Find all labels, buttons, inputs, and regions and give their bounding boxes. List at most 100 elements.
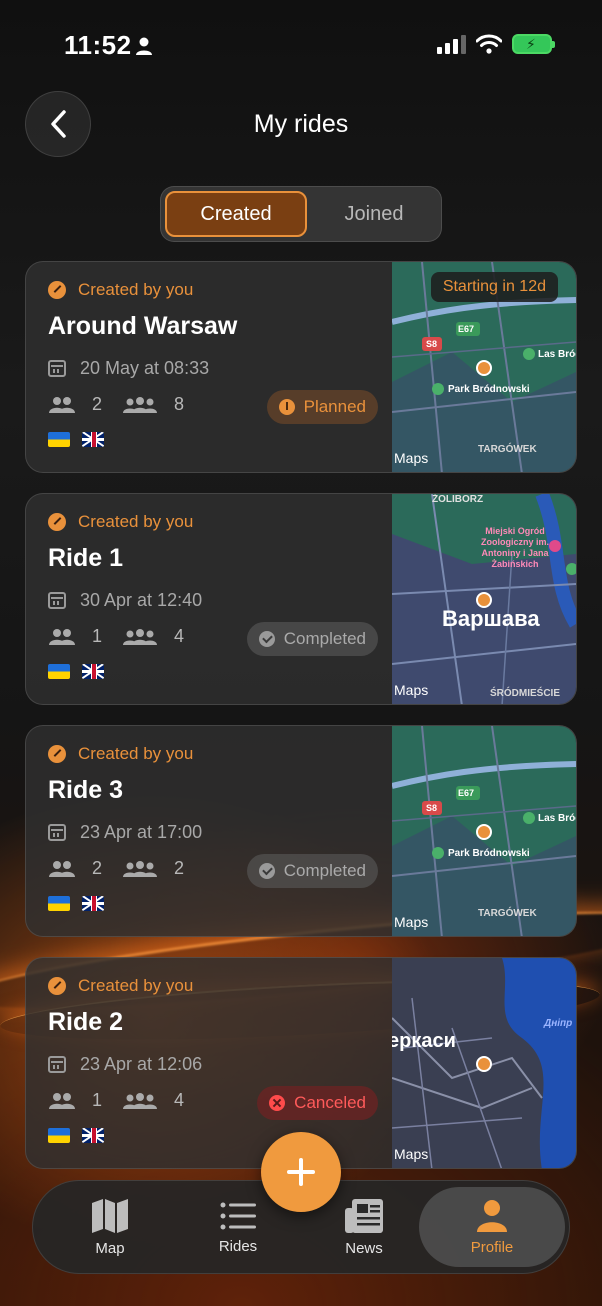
status-badge: Planned [266, 390, 378, 424]
maps-attribution: Maps [394, 914, 429, 930]
map-pin-icon [476, 592, 492, 608]
ride-card[interactable]: Created by you Ride 1 30 Apr at 12:40 1 … [25, 493, 577, 705]
maps-attribution: Maps [394, 450, 429, 466]
status-time: 11:52 [64, 30, 132, 60]
ride-date-text: 30 Apr at 12:40 [80, 590, 203, 610]
ukraine-flag-icon [48, 664, 70, 679]
ride-date-text: 23 Apr at 12:06 [80, 1054, 203, 1074]
create-ride-button[interactable] [261, 1132, 341, 1212]
clock-icon [278, 399, 295, 415]
map-icon [92, 1198, 128, 1233]
map-label: E67 [458, 324, 475, 334]
map-label: Park Bródnowski [448, 384, 530, 395]
uk-flag-icon [82, 896, 104, 911]
map-label: Miejski Ogród Zoologiczny im. Antoniny i… [480, 526, 549, 569]
ride-title: Ride 3 [48, 776, 124, 804]
uk-flag-icon [82, 432, 104, 447]
two-people-icon [49, 860, 75, 877]
map-label: Park Bródnowski [448, 848, 530, 859]
calendar-icon [48, 824, 66, 841]
map-label: Варшава [442, 606, 540, 631]
created-by-you-tag: Created by you [48, 512, 193, 532]
group-icon [123, 1092, 158, 1109]
status-badge: Completed [246, 622, 378, 656]
tab-label: Rides [218, 1237, 258, 1255]
person-icon [136, 37, 152, 55]
map-label: Дніпр [544, 1018, 573, 1029]
list-icon [220, 1202, 256, 1229]
uk-flag-icon [82, 664, 104, 679]
tab-label: Map [95, 1239, 125, 1257]
created-label: Created by you [78, 512, 194, 531]
x-circle-icon [269, 1095, 286, 1111]
ride-date-text: 23 Apr at 17:00 [80, 822, 203, 842]
ride-date: 23 Apr at 12:06 [48, 1054, 202, 1075]
created-label: Created by you [78, 744, 194, 763]
starting-in-chip: Starting in 12d [430, 272, 558, 302]
page-title: My rides [253, 110, 349, 138]
tab-profile[interactable]: Profile [419, 1187, 565, 1267]
status-badge: Canceled [257, 1086, 378, 1120]
newspaper-icon [345, 1198, 383, 1233]
status-bar: 11:52 ⚡ [0, 28, 602, 64]
language-flags [48, 432, 104, 447]
created-by-you-tag: Created by you [48, 976, 193, 996]
person-icon [477, 1199, 507, 1232]
tab-created[interactable]: Created [165, 191, 307, 237]
two-people-icon [49, 628, 75, 645]
ride-counts: 2 8 [48, 394, 204, 415]
status-text: Completed [283, 861, 366, 880]
rides-segmented-control: Created Joined [160, 186, 442, 242]
calendar-icon [48, 1056, 66, 1073]
ride-title: Ride 2 [48, 1008, 124, 1036]
ride-map[interactable]: ŻOLIBORZ Miejski Ogród Zoologiczny im. A… [392, 494, 576, 704]
calendar-icon [48, 360, 66, 377]
maps-attribution: Maps [394, 682, 429, 698]
ride-counts: 1 4 [48, 1090, 204, 1111]
ride-counts: 1 4 [48, 626, 204, 647]
language-flags [48, 896, 104, 911]
ride-map[interactable]: S8 E67 Las Bróc Park Bródnowski TARGÓWEK… [392, 726, 576, 936]
ride-counts: 2 2 [48, 858, 204, 879]
map-pin-icon [476, 360, 492, 376]
map-label: Las Bróc [538, 813, 576, 824]
ukraine-flag-icon [48, 432, 70, 447]
created-icon [48, 745, 66, 763]
maps-attribution: Maps [394, 1146, 429, 1162]
map-label: ŻOLIBORZ [432, 494, 484, 505]
battery-icon: ⚡ [512, 34, 555, 54]
ride-date: 30 Apr at 12:40 [48, 590, 202, 611]
participants-count: 2 [92, 858, 103, 878]
group-icon [123, 628, 158, 645]
tab-map[interactable]: Map [47, 1187, 173, 1267]
map-label: ŚRÓDMIEŚCIE [490, 688, 561, 699]
created-icon [48, 977, 66, 995]
ukraine-flag-icon [48, 896, 70, 911]
cellular-signal-icon [437, 34, 466, 54]
calendar-icon [48, 592, 66, 609]
created-icon [48, 281, 66, 299]
tab-label: News [345, 1239, 383, 1257]
status-text: Planned [303, 397, 366, 416]
capacity-count: 2 [174, 858, 185, 878]
capacity-count: 4 [174, 626, 185, 646]
ride-title: Around Warsaw [48, 312, 238, 340]
participants-count: 1 [92, 626, 103, 646]
tab-joined[interactable]: Joined [303, 191, 445, 237]
language-flags [48, 1128, 104, 1143]
map-label: Las Bróc [538, 349, 576, 360]
status-text: Completed [283, 629, 366, 648]
status-text: Canceled [294, 1093, 366, 1112]
map-label: E67 [458, 788, 475, 798]
group-icon [123, 860, 158, 877]
ride-card[interactable]: Created by you Ride 3 23 Apr at 17:00 2 … [25, 725, 577, 937]
capacity-count: 8 [174, 394, 185, 414]
map-label: S8 [426, 803, 438, 813]
ride-card[interactable]: Created by you Around Warsaw 20 May at 0… [25, 261, 577, 473]
participants-count: 1 [92, 1090, 103, 1110]
uk-flag-icon [82, 1128, 104, 1143]
check-icon [258, 631, 275, 647]
map-pin-icon [476, 1056, 492, 1072]
ride-map[interactable]: еркаси Дніпр Maps [392, 958, 576, 1168]
two-people-icon [49, 396, 75, 413]
